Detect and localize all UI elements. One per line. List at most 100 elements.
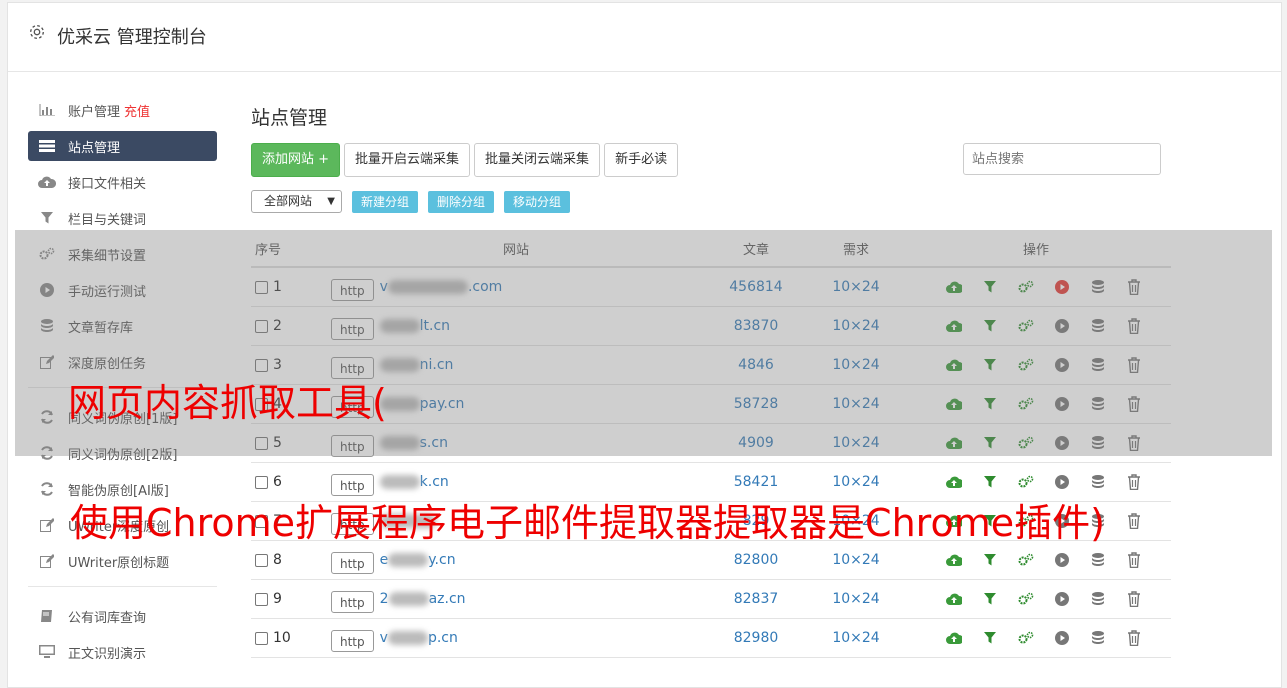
sidebar-item-6[interactable]: 文章暂存库 bbox=[28, 311, 217, 341]
demand-value[interactable]: 10×24 bbox=[811, 435, 901, 451]
trash-icon[interactable] bbox=[1116, 396, 1152, 412]
cloud-upload-icon[interactable] bbox=[936, 398, 972, 410]
cloud-upload-icon[interactable] bbox=[936, 320, 972, 332]
database-icon[interactable] bbox=[1080, 631, 1116, 645]
articles-count[interactable]: 58421 bbox=[701, 474, 811, 490]
play-icon[interactable] bbox=[1044, 592, 1080, 606]
filter-icon[interactable] bbox=[972, 554, 1008, 566]
sidebar-item-5[interactable]: 手动运行测试 bbox=[28, 275, 217, 305]
delete-group-button[interactable]: 删除分组 bbox=[428, 190, 495, 213]
http-badge[interactable]: http bbox=[331, 318, 374, 340]
row-checkbox[interactable] bbox=[255, 592, 268, 606]
gears-icon[interactable] bbox=[1008, 475, 1044, 489]
database-icon[interactable] bbox=[1080, 358, 1116, 372]
cloud-upload-icon[interactable] bbox=[936, 476, 972, 488]
trash-icon[interactable] bbox=[1116, 279, 1152, 295]
site-link[interactable]: lt.cn bbox=[379, 318, 450, 334]
http-badge[interactable]: http bbox=[331, 591, 374, 613]
gears-icon[interactable] bbox=[1008, 631, 1044, 645]
sidebar-item-4[interactable]: 采集细节设置 bbox=[28, 239, 217, 269]
recharge-link[interactable]: 充值 bbox=[124, 101, 150, 120]
cloud-upload-icon[interactable] bbox=[936, 554, 972, 566]
play-icon[interactable] bbox=[1044, 280, 1080, 294]
filter-icon[interactable] bbox=[972, 593, 1008, 605]
site-link[interactable]: 2 az.cn bbox=[380, 591, 466, 607]
site-link[interactable]: v p.cn bbox=[380, 630, 458, 646]
database-icon[interactable] bbox=[1080, 280, 1116, 294]
beginner-guide-button[interactable]: 新手必读 bbox=[604, 143, 679, 177]
articles-count[interactable]: 4846 bbox=[701, 357, 811, 373]
database-icon[interactable] bbox=[1080, 475, 1116, 489]
trash-icon[interactable] bbox=[1116, 474, 1152, 490]
database-icon[interactable] bbox=[1080, 553, 1116, 567]
database-icon[interactable] bbox=[1080, 397, 1116, 411]
gears-icon[interactable] bbox=[1008, 592, 1044, 606]
gears-icon[interactable] bbox=[1008, 397, 1044, 411]
play-icon[interactable] bbox=[1044, 475, 1080, 489]
sidebar-item-4[interactable]: UWriter原创标题 bbox=[28, 546, 217, 576]
sidebar-item-1[interactable]: 站点管理 bbox=[28, 131, 217, 161]
trash-icon[interactable] bbox=[1116, 591, 1152, 607]
site-link[interactable]: s.cn bbox=[379, 435, 448, 451]
trash-icon[interactable] bbox=[1116, 552, 1152, 568]
site-link[interactable]: k.cn bbox=[379, 474, 449, 490]
demand-value[interactable]: 10×24 bbox=[811, 279, 901, 295]
filter-icon[interactable] bbox=[972, 632, 1008, 644]
play-icon[interactable] bbox=[1044, 553, 1080, 567]
articles-count[interactable]: 82837 bbox=[701, 591, 811, 607]
group-select[interactable]: 全部网站 ▼ bbox=[251, 190, 342, 213]
site-link[interactable]: v .com bbox=[380, 279, 503, 295]
trash-icon[interactable] bbox=[1116, 318, 1152, 334]
site-search-input[interactable] bbox=[963, 143, 1161, 175]
sidebar-item-1[interactable]: 正文识别演示 bbox=[28, 637, 217, 667]
play-icon[interactable] bbox=[1044, 358, 1080, 372]
database-icon[interactable] bbox=[1080, 592, 1116, 606]
demand-value[interactable]: 10×24 bbox=[811, 318, 901, 334]
play-icon[interactable] bbox=[1044, 436, 1080, 450]
cloud-upload-icon[interactable] bbox=[936, 281, 972, 293]
filter-icon[interactable] bbox=[972, 437, 1008, 449]
row-checkbox[interactable] bbox=[255, 436, 268, 450]
batch-disable-button[interactable]: 批量关闭云端采集 bbox=[474, 143, 601, 177]
gears-icon[interactable] bbox=[1008, 319, 1044, 333]
row-checkbox[interactable] bbox=[255, 475, 268, 489]
articles-count[interactable]: 456814 bbox=[701, 279, 811, 295]
sidebar-item-0[interactable]: 公有词库查询 bbox=[28, 601, 217, 631]
row-checkbox[interactable] bbox=[255, 280, 268, 294]
demand-value[interactable]: 10×24 bbox=[811, 357, 901, 373]
row-checkbox[interactable] bbox=[255, 631, 268, 645]
add-site-button[interactable]: 添加网站 + bbox=[251, 143, 341, 177]
http-badge[interactable]: http bbox=[331, 552, 374, 574]
articles-count[interactable]: 4909 bbox=[701, 435, 811, 451]
new-group-button[interactable]: 新建分组 bbox=[352, 190, 419, 213]
cloud-upload-icon[interactable] bbox=[936, 593, 972, 605]
articles-count[interactable]: 83870 bbox=[701, 318, 811, 334]
gears-icon[interactable] bbox=[1008, 553, 1044, 567]
filter-icon[interactable] bbox=[972, 398, 1008, 410]
sidebar-item-2[interactable]: 接口文件相关 bbox=[28, 167, 217, 197]
site-link[interactable]: pay.cn bbox=[379, 396, 464, 412]
site-link[interactable]: ni.cn bbox=[379, 357, 453, 373]
play-icon[interactable] bbox=[1044, 397, 1080, 411]
trash-icon[interactable] bbox=[1116, 513, 1152, 529]
row-checkbox[interactable] bbox=[255, 553, 268, 567]
articles-count[interactable]: 58728 bbox=[701, 396, 811, 412]
filter-icon[interactable] bbox=[972, 320, 1008, 332]
row-checkbox[interactable] bbox=[255, 319, 268, 333]
filter-icon[interactable] bbox=[972, 359, 1008, 371]
trash-icon[interactable] bbox=[1116, 357, 1152, 373]
articles-count[interactable]: 82800 bbox=[701, 552, 811, 568]
cloud-upload-icon[interactable] bbox=[936, 632, 972, 644]
filter-icon[interactable] bbox=[972, 476, 1008, 488]
cloud-upload-icon[interactable] bbox=[936, 359, 972, 371]
database-icon[interactable] bbox=[1080, 319, 1116, 333]
trash-icon[interactable] bbox=[1116, 630, 1152, 646]
database-icon[interactable] bbox=[1080, 436, 1116, 450]
sidebar-item-3[interactable]: 栏目与关键词 bbox=[28, 203, 217, 233]
articles-count[interactable]: 82980 bbox=[701, 630, 811, 646]
demand-value[interactable]: 10×24 bbox=[811, 396, 901, 412]
gears-icon[interactable] bbox=[1008, 436, 1044, 450]
http-badge[interactable]: http bbox=[331, 435, 374, 457]
gears-icon[interactable] bbox=[1008, 280, 1044, 294]
move-group-button[interactable]: 移动分组 bbox=[504, 190, 571, 213]
